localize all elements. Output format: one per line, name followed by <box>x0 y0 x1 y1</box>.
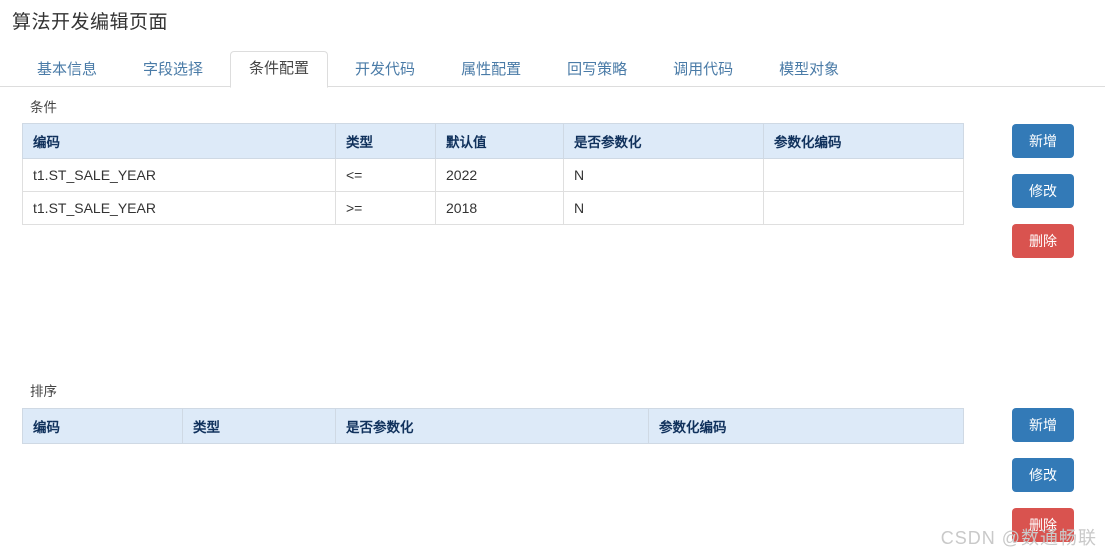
order-section-label: 排序 <box>30 384 57 399</box>
page-title: 算法开发编辑页面 <box>12 12 169 33</box>
condition-col-parameterized: 是否参数化 <box>563 123 764 159</box>
table-row[interactable]: t1.ST_SALE_YEAR <= 2022 N <box>22 158 964 192</box>
order-col-param-code: 参数化编码 <box>648 408 964 444</box>
tab-bar: 基本信息 字段选择 条件配置 开发代码 属性配置 回写策略 调用代码 模型对象 <box>0 51 1105 88</box>
tab-property-config[interactable]: 属性配置 <box>442 52 540 88</box>
condition-col-code: 编码 <box>22 123 336 159</box>
condition-cell-parameterized: N <box>563 158 764 192</box>
condition-cell-type: <= <box>335 158 436 192</box>
tab-condition-config[interactable]: 条件配置 <box>230 51 329 88</box>
table-row[interactable]: t1.ST_SALE_YEAR >= 2018 N <box>22 191 964 225</box>
condition-cell-parameterized: N <box>563 191 764 225</box>
tab-writeback-strategy[interactable]: 回写策略 <box>548 52 646 88</box>
condition-table-header-row: 编码 类型 默认值 是否参数化 参数化编码 <box>22 123 964 159</box>
order-table: 编码 类型 是否参数化 参数化编码 <box>22 408 964 444</box>
condition-table: 编码 类型 默认值 是否参数化 参数化编码 t1.ST_SALE_YEAR <=… <box>22 123 964 225</box>
order-col-code: 编码 <box>22 408 183 444</box>
condition-col-type: 类型 <box>335 123 436 159</box>
condition-cell-default-value: 2022 <box>435 158 564 192</box>
order-edit-button[interactable]: 修改 <box>1012 458 1074 492</box>
order-col-type: 类型 <box>182 408 336 444</box>
condition-cell-param-code <box>763 191 964 225</box>
condition-col-default-value: 默认值 <box>435 123 564 159</box>
order-table-header-row: 编码 类型 是否参数化 参数化编码 <box>22 408 964 444</box>
tab-field-selection[interactable]: 字段选择 <box>124 52 222 88</box>
condition-edit-button[interactable]: 修改 <box>1012 174 1074 208</box>
condition-delete-button[interactable]: 删除 <box>1012 224 1074 258</box>
condition-cell-param-code <box>763 158 964 192</box>
condition-section-label: 条件 <box>30 100 57 115</box>
condition-cell-code: t1.ST_SALE_YEAR <box>22 158 336 192</box>
condition-cell-code: t1.ST_SALE_YEAR <box>22 191 336 225</box>
tab-development-code[interactable]: 开发代码 <box>336 52 434 88</box>
order-add-button[interactable]: 新增 <box>1012 408 1074 442</box>
condition-add-button[interactable]: 新增 <box>1012 124 1074 158</box>
tab-model-object[interactable]: 模型对象 <box>760 52 858 88</box>
tab-invoke-code[interactable]: 调用代码 <box>654 52 752 88</box>
condition-cell-default-value: 2018 <box>435 191 564 225</box>
order-delete-button[interactable]: 删除 <box>1012 508 1074 542</box>
condition-cell-type: >= <box>335 191 436 225</box>
tab-list: 基本信息 字段选择 条件配置 开发代码 属性配置 回写策略 调用代码 模型对象 <box>18 51 866 88</box>
tab-basic-info[interactable]: 基本信息 <box>18 52 116 88</box>
order-col-parameterized: 是否参数化 <box>335 408 649 444</box>
condition-col-param-code: 参数化编码 <box>763 123 964 159</box>
